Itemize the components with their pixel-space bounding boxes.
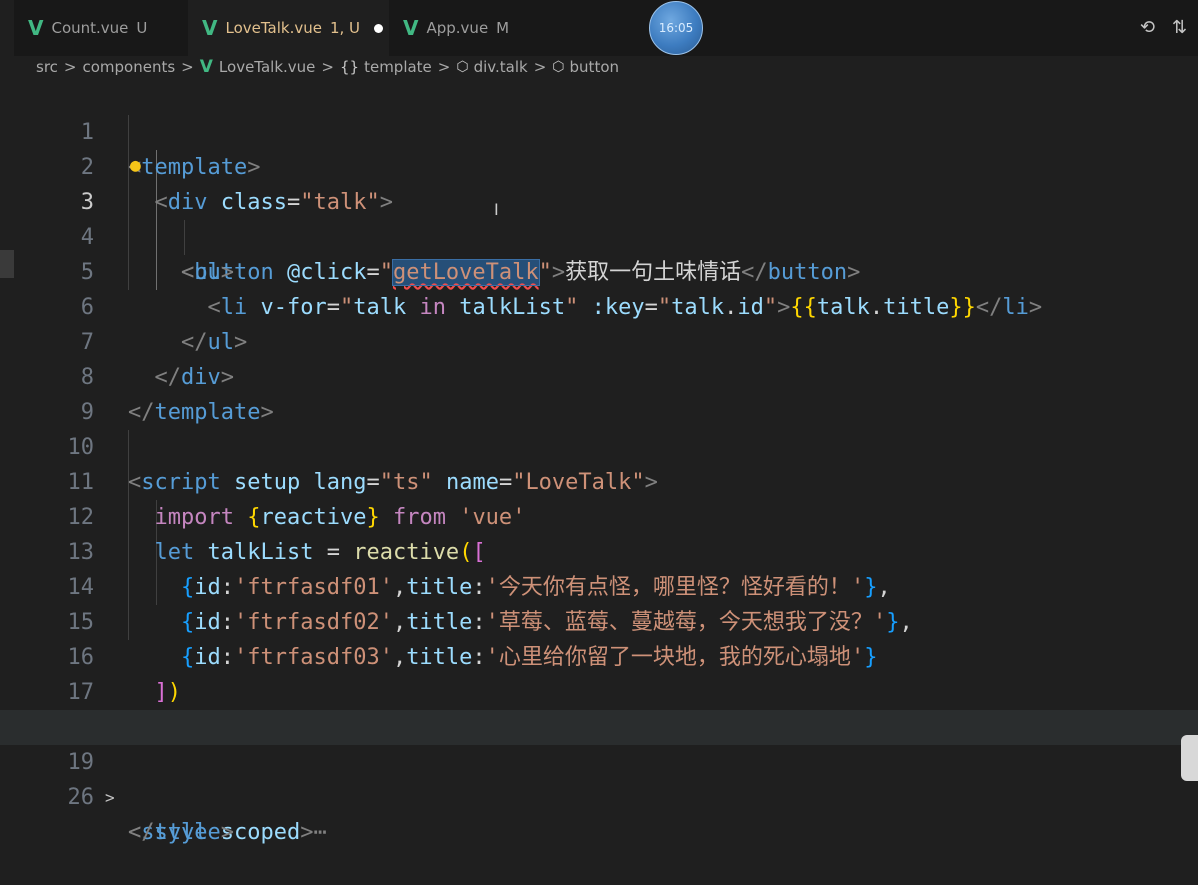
- breadcrumb-item-src[interactable]: src: [36, 58, 58, 76]
- code-editor[interactable]: 1 <template> 2 <div class="talk"> 3 ● <b…: [0, 80, 1198, 845]
- chevron-right-icon: >: [533, 58, 547, 76]
- code-line[interactable]: 26 </style>: [0, 745, 1198, 845]
- breadcrumb: src > components > V LoveTalk.vue > {} t…: [0, 56, 1198, 78]
- vue-file-icon: V: [403, 16, 419, 40]
- vue-file-icon: V: [28, 16, 44, 40]
- tab-bar: V Count.vue U V LoveTalk.vue 1, U V App.…: [0, 0, 1198, 56]
- chevron-right-icon: >: [437, 58, 451, 76]
- code-line[interactable]: 2 <div class="talk">: [0, 115, 1198, 215]
- code-line[interactable]: 1 <template>: [0, 80, 1198, 180]
- breadcrumb-item-components[interactable]: components: [82, 58, 175, 76]
- code-line[interactable]: 18: [0, 675, 1198, 740]
- tab-label: Count.vue: [51, 19, 129, 37]
- lightbulb-icon[interactable]: ●: [130, 148, 141, 183]
- timeline-history-icon[interactable]: ⟲: [1140, 17, 1155, 38]
- mouse-ibeam-cursor-icon: I: [494, 200, 499, 219]
- code-line[interactable]: 4 <ul>: [0, 185, 1198, 285]
- unsaved-dot-icon[interactable]: [374, 23, 384, 33]
- breadcrumb-item-div[interactable]: div.talk: [474, 58, 528, 76]
- tab-app-vue[interactable]: V App.vue M: [389, 0, 549, 56]
- code-line[interactable]: 17 </script>: [0, 640, 1198, 740]
- tab-count-vue[interactable]: V Count.vue U: [14, 0, 188, 56]
- chevron-right-icon: >: [181, 58, 194, 76]
- code-line[interactable]: 9: [0, 360, 1198, 425]
- tab-status-badge: 1, U: [329, 19, 361, 37]
- tab-bar-edge: [0, 0, 14, 56]
- chevron-right-icon: >: [63, 58, 77, 76]
- code-line[interactable]: 11 import {reactive} from 'vue': [0, 430, 1198, 530]
- folded-ellipsis[interactable]: ⋯: [313, 820, 326, 845]
- code-line-current[interactable]: 3 ● <button @click="getLoveTalk">获取一句土味情…: [0, 148, 1198, 286]
- code-line-folded[interactable]: 19 > <style scoped>⋯: [0, 710, 1198, 845]
- vue-file-icon: V: [202, 16, 218, 40]
- compare-changes-icon[interactable]: ⇅: [1172, 17, 1187, 38]
- code-line[interactable]: 8 </template>: [0, 325, 1198, 425]
- code-line[interactable]: 10 <script setup lang="ts" name="LoveTal…: [0, 395, 1198, 495]
- line-number: 26: [67, 785, 95, 810]
- breadcrumb-item-file[interactable]: LoveTalk.vue: [219, 58, 315, 76]
- clock-widget: 16:05: [649, 1, 703, 55]
- code-line[interactable]: 13 {id:'ftrfasdf01',title:'今天你有点怪，哪里怪？怪好…: [0, 500, 1198, 600]
- code-line[interactable]: 7 </div>: [0, 290, 1198, 390]
- braces-icon: {}: [339, 58, 360, 76]
- element-cube-icon: ⬡: [456, 59, 469, 75]
- code-line[interactable]: 15 {id:'ftrfasdf03',title:'心里给你留了一块地，我的死…: [0, 570, 1198, 670]
- code-line[interactable]: 14 {id:'ftrfasdf02',title:'草莓、蓝莓、蔓越莓，今天想…: [0, 535, 1198, 635]
- tab-lovetalk-vue[interactable]: V LoveTalk.vue 1, U: [188, 0, 389, 56]
- scrollbar-thumb[interactable]: [1181, 735, 1198, 781]
- breadcrumb-item-button[interactable]: button: [570, 58, 619, 76]
- tab-status-badge: U: [136, 19, 148, 37]
- tab-label: LoveTalk.vue: [225, 19, 322, 37]
- fold-chevron-right-icon[interactable]: >: [105, 780, 115, 815]
- code-line[interactable]: 6 </ul>: [0, 255, 1198, 355]
- code-line[interactable]: 5 <li v-for="talk in talkList" :key="tal…: [0, 220, 1198, 320]
- code-line[interactable]: 16 ]): [0, 605, 1198, 705]
- element-cube-icon: ⬡: [552, 59, 565, 75]
- breadcrumb-item-template[interactable]: template: [364, 58, 432, 76]
- tab-status-badge: M: [496, 19, 510, 37]
- tab-label: App.vue: [426, 19, 489, 37]
- vue-file-icon: V: [199, 57, 213, 77]
- code-line[interactable]: 12 let talkList = reactive([: [0, 465, 1198, 565]
- chevron-right-icon: >: [321, 58, 334, 76]
